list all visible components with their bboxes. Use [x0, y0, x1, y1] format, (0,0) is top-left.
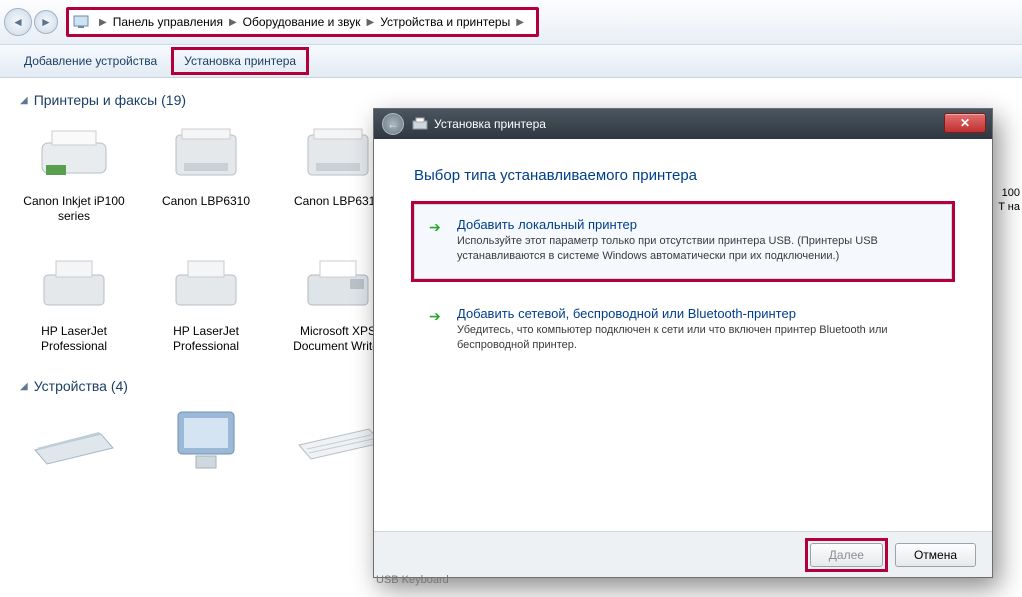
- next-button[interactable]: Далее: [810, 543, 883, 567]
- section-count: (4): [111, 378, 128, 394]
- device-item[interactable]: HP LaserJet Professional: [152, 248, 260, 354]
- close-button[interactable]: ✕: [944, 113, 986, 133]
- add-printer-button[interactable]: Установка принтера: [171, 47, 309, 75]
- chevron-right-icon: ▶: [516, 17, 524, 28]
- printer-icon: [293, 118, 383, 188]
- chevron-down-icon: ◢: [20, 381, 28, 392]
- toolbar: Добавление устройства Установка принтера: [0, 44, 1022, 78]
- device-item[interactable]: [20, 404, 128, 480]
- scanner-icon: [29, 404, 119, 474]
- section-title: Принтеры и факсы: [34, 92, 158, 108]
- device-item[interactable]: [152, 404, 260, 480]
- printer-icon: [161, 248, 251, 318]
- chevron-down-icon: ◢: [20, 95, 28, 106]
- dialog-heading: Выбор типа устанавливаемого принтера: [414, 167, 952, 184]
- option-add-local-printer[interactable]: ➔ Добавить локальный принтер Используйте…: [414, 204, 952, 279]
- dialog-titlebar[interactable]: ← Установка принтера ✕: [374, 109, 992, 139]
- nav-back-button[interactable]: ◄: [4, 8, 32, 36]
- monitor-icon: [161, 404, 251, 474]
- section-printers-header[interactable]: ◢ Принтеры и факсы (19): [20, 92, 1002, 108]
- dialog-back-button[interactable]: ←: [382, 113, 404, 135]
- add-printer-dialog: ← Установка принтера ✕ Выбор типа устана…: [373, 108, 993, 578]
- control-panel-icon: [73, 15, 89, 29]
- cancel-button[interactable]: Отмена: [895, 543, 976, 567]
- device-label: HP LaserJet Professional: [152, 324, 260, 354]
- option-add-network-printer[interactable]: ➔ Добавить сетевой, беспроводной или Blu…: [414, 293, 952, 368]
- nav-strip: ◄ ► ▶ Панель управления ▶ Оборудование и…: [0, 0, 1022, 44]
- option-description: Убедитесь, что компьютер подключен к сет…: [457, 323, 937, 353]
- option-title: Добавить сетевой, беспроводной или Bluet…: [457, 306, 937, 321]
- chevron-right-icon: ▶: [229, 17, 237, 28]
- device-item[interactable]: Canon LBP6310: [152, 118, 260, 224]
- device-item[interactable]: Canon Inkjet iP100 series: [20, 118, 128, 224]
- close-icon: ✕: [960, 116, 970, 130]
- arrow-right-icon: ►: [40, 15, 52, 29]
- add-device-button[interactable]: Добавление устройства: [14, 50, 167, 72]
- section-count: (19): [161, 92, 186, 108]
- printer-icon: [29, 118, 119, 188]
- printer-icon: [412, 117, 428, 131]
- section-title: Устройства: [34, 378, 107, 394]
- chevron-right-icon: ▶: [99, 17, 107, 28]
- breadcrumb-item[interactable]: Оборудование и звук: [243, 15, 361, 29]
- clipped-usb-label: USB Keyboard: [376, 574, 449, 586]
- breadcrumb-item[interactable]: Панель управления: [113, 15, 223, 29]
- device-item[interactable]: HP LaserJet Professional: [20, 248, 128, 354]
- arrow-left-icon: ←: [387, 117, 399, 131]
- option-description: Используйте этот параметр только при отс…: [457, 234, 937, 264]
- printer-icon: [293, 248, 383, 318]
- chevron-right-icon: ▶: [367, 17, 375, 28]
- arrow-right-icon: ➔: [429, 306, 445, 353]
- dialog-footer: Далее Отмена: [374, 531, 992, 577]
- device-label: Canon LBP6310: [152, 194, 260, 209]
- arrow-left-icon: ◄: [12, 15, 24, 29]
- dialog-body: Выбор типа устанавливаемого принтера ➔ Д…: [374, 139, 992, 367]
- printer-icon: [161, 118, 251, 188]
- keyboard-icon: [293, 404, 383, 474]
- highlight-frame: Далее: [808, 541, 885, 569]
- device-label: Canon Inkjet iP100 series: [20, 194, 128, 224]
- clipped-device-label: 100 T на: [998, 186, 1020, 215]
- breadcrumb[interactable]: ▶ Панель управления ▶ Оборудование и зву…: [66, 7, 539, 37]
- device-label: HP LaserJet Professional: [20, 324, 128, 354]
- printer-icon: [29, 248, 119, 318]
- option-title: Добавить локальный принтер: [457, 217, 937, 232]
- breadcrumb-item[interactable]: Устройства и принтеры: [380, 15, 510, 29]
- nav-forward-button[interactable]: ►: [34, 10, 58, 34]
- dialog-title-text: Установка принтера: [434, 117, 546, 131]
- arrow-right-icon: ➔: [429, 217, 445, 264]
